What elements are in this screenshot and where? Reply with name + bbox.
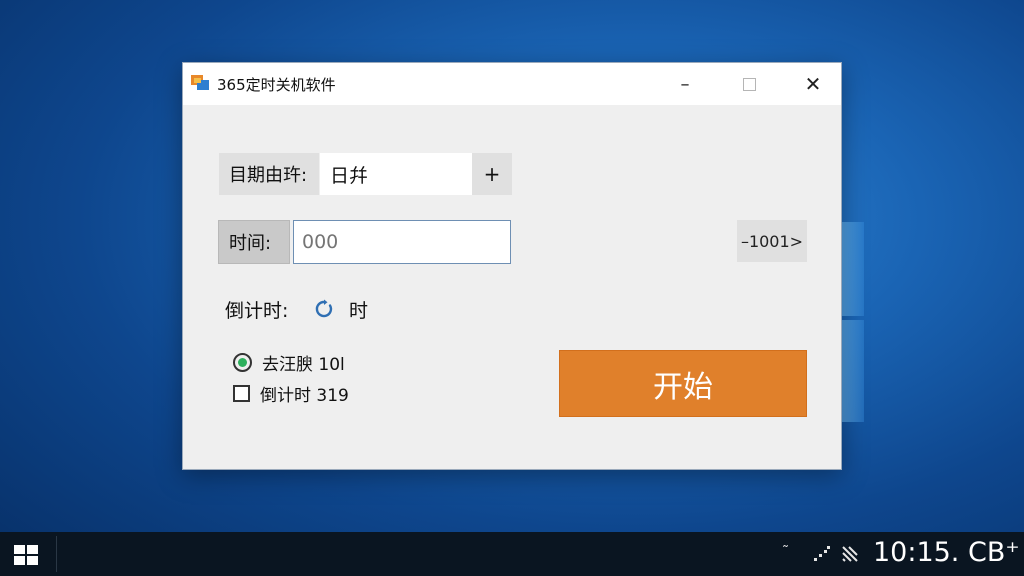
desktop-windows-logo bbox=[842, 222, 864, 422]
option-radio-row[interactable]: 去汪腴 10l bbox=[233, 350, 345, 375]
network-icon[interactable] bbox=[812, 544, 832, 564]
checkbox-icon[interactable] bbox=[233, 385, 250, 402]
maximize-button[interactable] bbox=[717, 63, 781, 105]
countdown-label: 倒计时: bbox=[225, 300, 289, 322]
window-title: 365定时关机软件 bbox=[217, 76, 336, 94]
taskbar: ˜ 10:15. CB⁺ bbox=[0, 532, 1024, 576]
time-label: 时间: bbox=[218, 220, 290, 264]
close-button[interactable]: ✕ bbox=[781, 63, 845, 105]
option-radio-label: 去汪腴 10l bbox=[262, 355, 345, 375]
option-checkbox-row[interactable]: 倒计时 319 bbox=[233, 381, 349, 406]
minimize-button[interactable]: – bbox=[653, 63, 717, 105]
countdown-unit: 时 bbox=[349, 300, 369, 322]
time-input[interactable] bbox=[293, 220, 511, 264]
refresh-icon[interactable] bbox=[314, 299, 334, 319]
title-bar[interactable]: 365定时关机软件 – ✕ bbox=[183, 63, 841, 105]
start-button[interactable]: 开始 bbox=[559, 350, 807, 417]
app-window: 365定时关机软件 – ✕ 目期由玝: 日幷 + 时间: –1001> 倒计时:… bbox=[182, 62, 842, 470]
taskbar-divider bbox=[56, 536, 57, 572]
app-icon bbox=[191, 75, 209, 91]
volume-icon[interactable] bbox=[840, 544, 860, 564]
date-add-button[interactable]: + bbox=[472, 153, 512, 195]
windows-start-icon[interactable] bbox=[14, 545, 38, 565]
option-checkbox-label: 倒计时 319 bbox=[260, 386, 349, 406]
date-label: 目期由玝: bbox=[219, 153, 319, 195]
radio-selected-icon[interactable] bbox=[233, 353, 252, 372]
maximize-icon bbox=[742, 77, 756, 91]
taskbar-clock[interactable]: 10:15. CB⁺ bbox=[873, 537, 1020, 568]
close-icon: ✕ bbox=[804, 72, 822, 96]
date-field[interactable]: 日幷 bbox=[320, 153, 472, 195]
time-step-button[interactable]: –1001> bbox=[737, 220, 807, 262]
minimize-icon: – bbox=[680, 73, 690, 95]
tray-chevron-icon[interactable]: ˜ bbox=[782, 544, 789, 560]
